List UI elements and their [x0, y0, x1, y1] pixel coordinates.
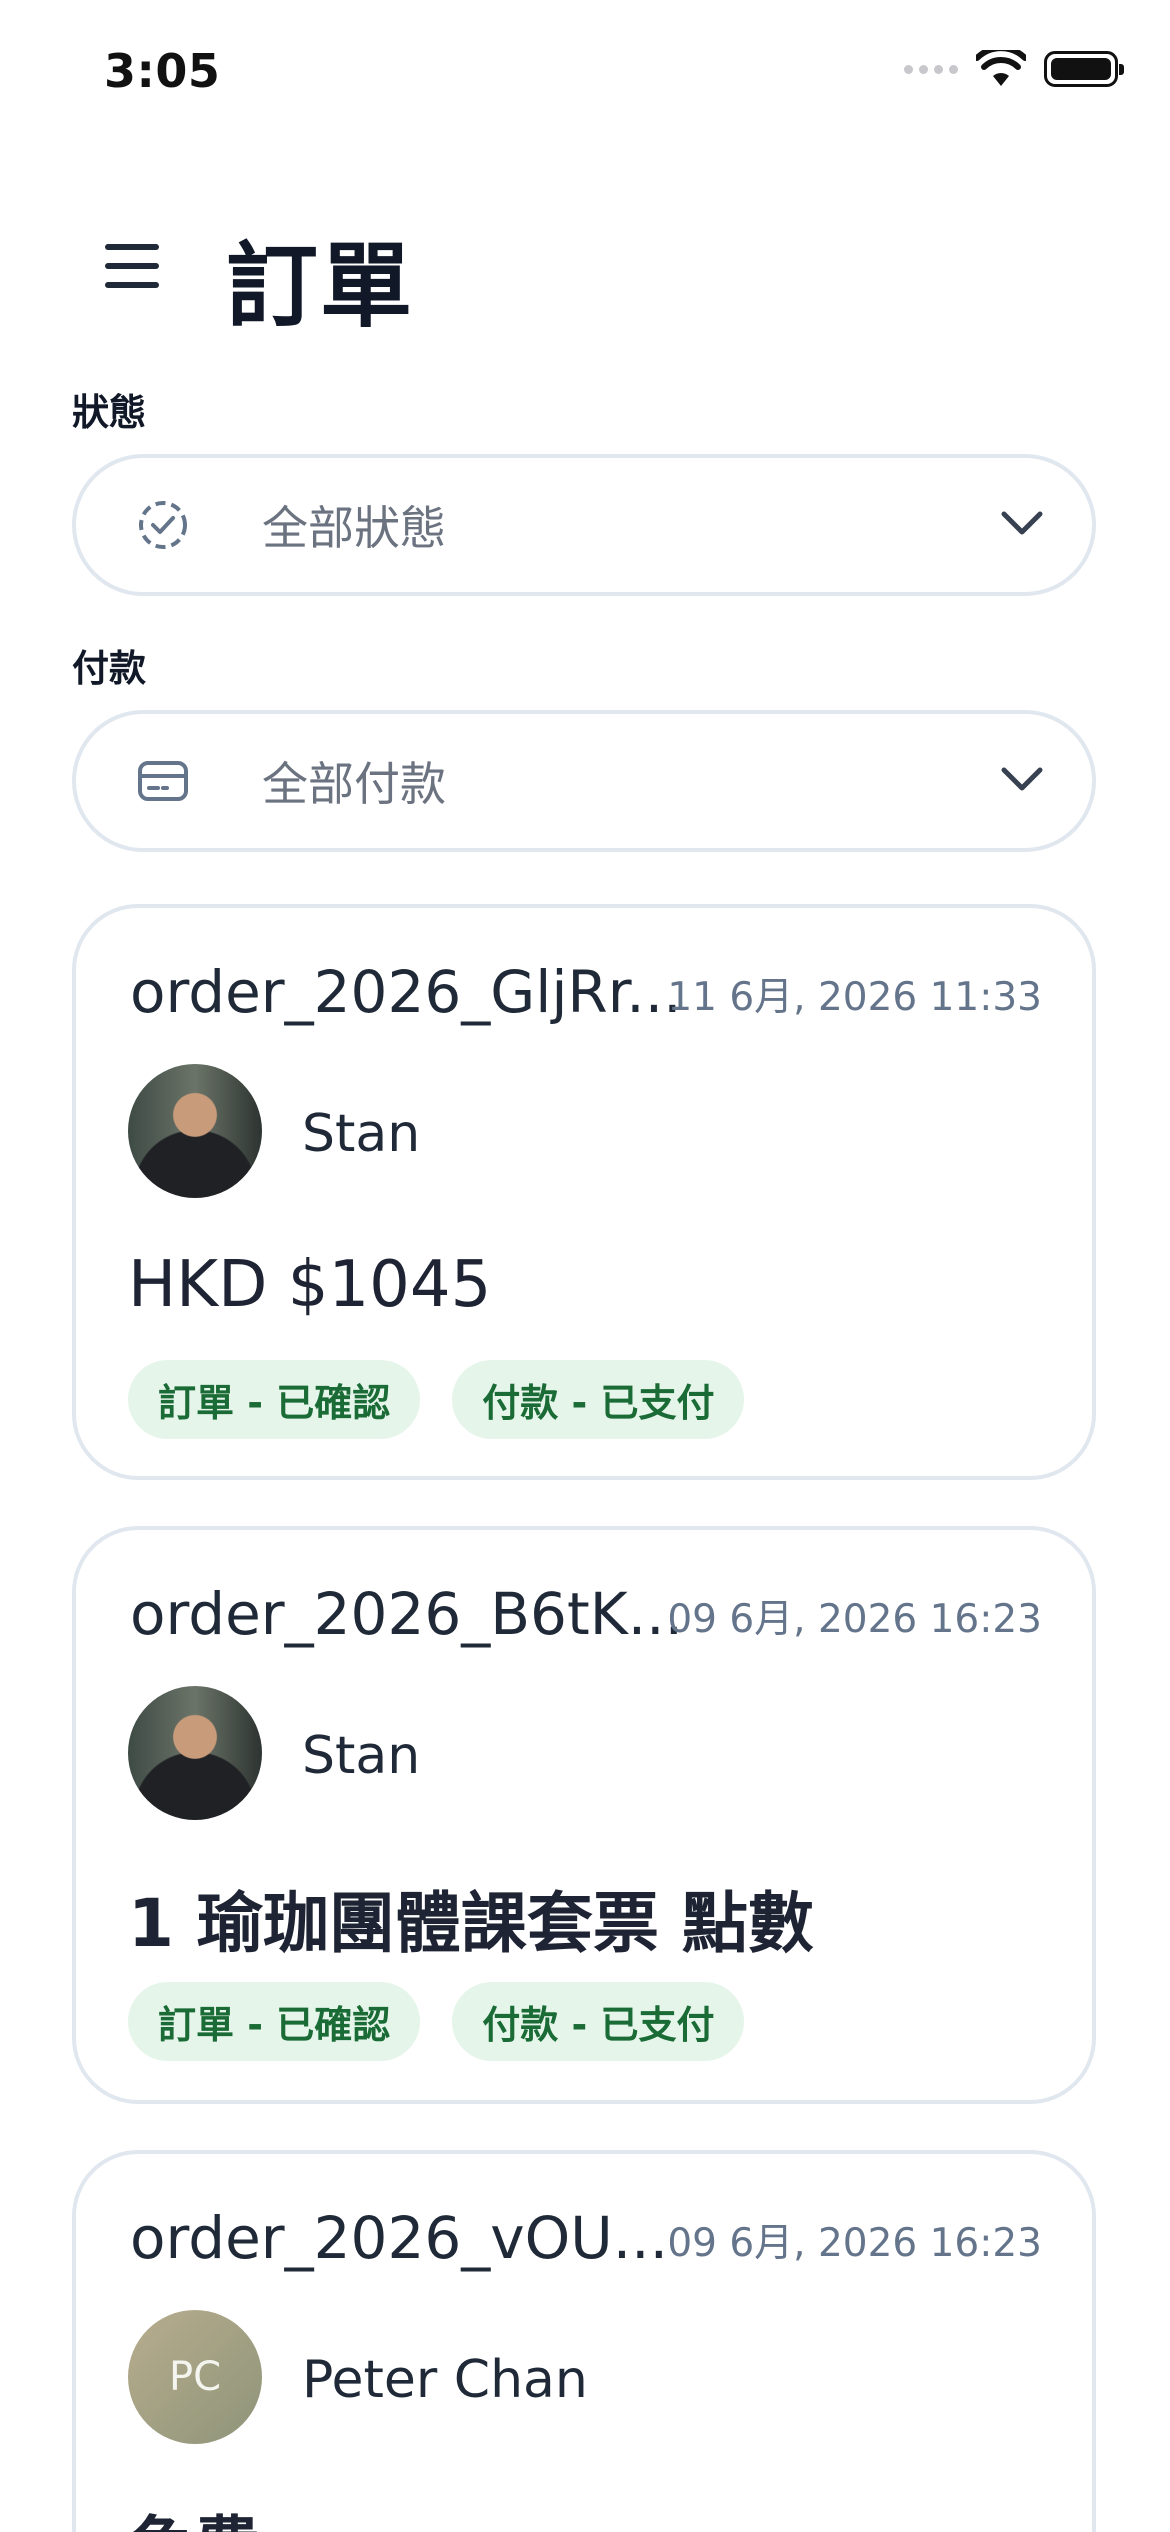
status-check-icon: [139, 501, 187, 549]
order-date: 09 6月, 2026 16:23: [667, 2221, 1042, 2266]
order-badges: 訂單 - 已確認 付款 - 已支付: [128, 1982, 745, 2061]
order-amount: HKD $1045: [128, 1248, 492, 1322]
status-filter-label: 狀態: [72, 391, 146, 434]
page-title: 訂單: [226, 233, 415, 340]
order-card[interactable]: order_2026_vOU... 09 6月, 2026 16:23 PC P…: [72, 2150, 1096, 2532]
payment-filter-label: 付款: [72, 647, 146, 690]
customer-name: Stan: [302, 1726, 421, 1786]
payment-filter-value: 全部付款: [262, 757, 446, 811]
menu-button[interactable]: [102, 240, 162, 292]
status-bar: 3:05: [0, 0, 1170, 150]
status-icons: [904, 50, 1124, 88]
status-filter-value: 全部狀態: [262, 501, 446, 555]
menu-icon-line: [105, 263, 159, 269]
status-time: 3:05: [104, 44, 221, 98]
order-status-badge: 訂單 - 已確認: [128, 1360, 421, 1439]
order-id: order_2026_B6tK...: [130, 1580, 684, 1648]
order-badges: 訂單 - 已確認 付款 - 已支付: [128, 1360, 745, 1439]
orders-screen: 3:05 訂單 狀態 全部狀態 付款 全部付款 order_2026_GljRr…: [0, 0, 1170, 2532]
credit-card-icon: [138, 761, 188, 801]
order-status-badge: 訂單 - 已確認: [128, 1982, 421, 2061]
order-date: 11 6月, 2026 11:33: [667, 975, 1042, 1020]
order-id: order_2026_vOU...: [130, 2204, 669, 2272]
customer-avatar: PC: [128, 2310, 262, 2444]
customer-avatar: [128, 1064, 262, 1198]
customer-name: Peter Chan: [302, 2350, 588, 2410]
customer-name: Stan: [302, 1104, 421, 1164]
payment-status-badge: 付款 - 已支付: [452, 1360, 745, 1439]
status-filter-select[interactable]: 全部狀態: [72, 454, 1096, 596]
order-date: 09 6月, 2026 16:23: [667, 1597, 1042, 1642]
payment-filter-select[interactable]: 全部付款: [72, 710, 1096, 852]
chevron-down-icon: [1001, 767, 1043, 791]
menu-icon-line: [105, 282, 159, 288]
menu-icon-line: [105, 244, 159, 250]
cellular-signal-icon: [904, 64, 958, 74]
order-card[interactable]: order_2026_B6tK... 09 6月, 2026 16:23 Sta…: [72, 1526, 1096, 2104]
chevron-down-icon: [1001, 511, 1043, 535]
order-amount: 免費: [128, 2494, 260, 2532]
battery-icon: [1044, 51, 1124, 87]
order-amount: 1 瑜珈團體課套票 點數: [128, 1885, 814, 1962]
wifi-icon: [976, 50, 1026, 86]
payment-status-badge: 付款 - 已支付: [452, 1982, 745, 2061]
order-card[interactable]: order_2026_GljRr... 11 6月, 2026 11:33 St…: [72, 904, 1096, 1480]
customer-avatar: [128, 1686, 262, 1820]
order-id: order_2026_GljRr...: [130, 958, 682, 1026]
